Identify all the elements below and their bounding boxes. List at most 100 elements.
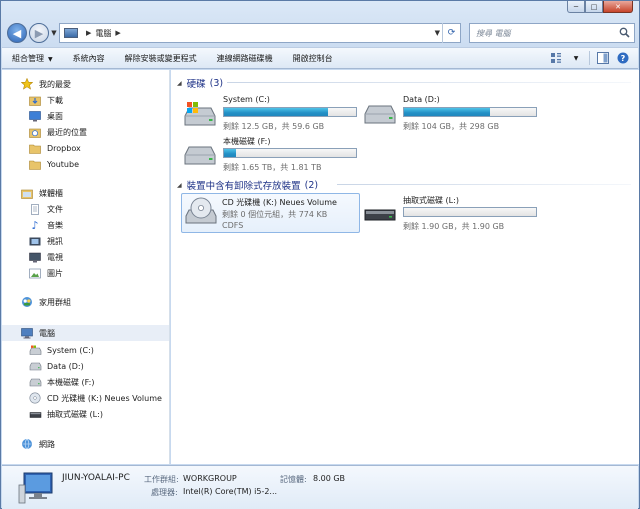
drive-item-f[interactable]: 本機磁碟 (F:) 剩餘 1.65 TB，共 1.81 TB [183,136,359,178]
system-properties-button[interactable]: 系統內容 [73,53,105,64]
removable-drive-icon [364,209,396,221]
sidebar-network-label: 網路 [39,439,55,449]
sidebar-item-documents[interactable]: 文件 [28,201,63,217]
hard-drive-icon [184,146,216,165]
drive-usage-bar [403,207,537,217]
breadcrumb-chevron-icon[interactable]: ▶ [86,29,91,37]
command-bar: 組合管理 ▼ 系統內容 解除安裝或變更程式 連線網路磁碟機 開啟控制台 ▼ ? [2,47,638,69]
drive-item-c[interactable]: System (C:) 剩餘 12.5 GB，共 59.6 GB [183,95,359,137]
group-header-removable[interactable]: ◢ 裝置中含有卸除式存放裝置 (2) [177,178,318,193]
system-drive-icon [184,102,216,126]
hard-drive-icon [28,360,42,372]
organize-button[interactable]: 組合管理 ▼ [12,53,53,64]
sidebar-item-label: 抽取式磁碟 (L:) [47,409,103,419]
minimize-button[interactable]: ─ [567,1,585,13]
back-button[interactable]: ◀ [7,23,27,43]
search-placeholder: 搜尋 電腦 [476,28,511,38]
content-pane: ◢ 硬碟 (3) System (C:) 剩餘 12.5 GB，共 59.6 G… [171,70,639,464]
drive-free-space: 剩餘 0 個位元組，共 774 KB [222,210,328,219]
forward-button[interactable]: ▶ [29,23,49,43]
folder-icon [28,142,42,154]
collapse-triangle-icon[interactable]: ◢ [177,182,182,189]
tv-icon [28,251,42,263]
hard-drive-icon [28,376,42,388]
view-options-icon[interactable] [549,51,563,65]
sidebar-item-recent-places[interactable]: 最近的位置 [28,124,87,140]
drive-name: CD 光碟機 (K:) Neues Volume [222,198,337,207]
breadcrumb-chevron-icon[interactable]: ▶ [115,29,120,37]
drive-free-space: 剩餘 104 GB，共 298 GB [403,122,500,131]
breadcrumb-computer[interactable]: 電腦 [95,28,111,39]
workgroup-value: WORKGROUP [183,474,237,483]
downloads-folder-icon [28,94,42,106]
cd-drive-icon [28,392,42,404]
map-network-drive-button[interactable]: 連線網路磁碟機 [217,53,273,64]
sidebar-item-tv[interactable]: 電視 [28,249,63,265]
sidebar-network[interactable]: 網路 [20,436,55,452]
recent-pages-dropdown[interactable]: ▼ [49,29,59,37]
drive-name: 本機磁碟 (F:) [223,137,271,146]
drive-name: 抽取式磁碟 (L:) [403,196,459,205]
search-input[interactable]: 搜尋 電腦 [469,23,635,43]
star-icon [20,78,34,90]
navigation-row: ◀ ▶ ▼ ▶ 電腦 ▶ ▼ ⟳ 搜尋 電腦 [7,21,635,45]
group-header-hard-disks[interactable]: ◢ 硬碟 (3) [177,76,223,91]
refresh-icon[interactable]: ⟳ [442,23,460,43]
address-bar[interactable]: ▶ 電腦 ▶ ▼ ⟳ [59,23,461,43]
sidebar-item-drive-l[interactable]: 抽取式磁碟 (L:) [28,406,103,422]
drive-item-d[interactable]: Data (D:) 剩餘 104 GB，共 298 GB [363,95,539,137]
drive-free-space: 剩餘 1.90 GB，共 1.90 GB [403,222,505,231]
preview-pane-icon[interactable] [596,51,610,65]
address-dropdown-icon[interactable]: ▼ [435,29,440,37]
system-drive-icon [28,344,42,356]
sidebar-computer[interactable]: 電腦 [2,325,169,341]
uninstall-program-button[interactable]: 解除安裝或變更程式 [125,53,197,64]
processor-value: Intel(R) Core(TM) i5-2... [183,487,278,496]
sidebar-item-label: 本機磁碟 (F:) [47,377,95,387]
sidebar-item-label: CD 光碟機 (K:) Neues Volume [47,393,162,403]
sidebar-item-downloads[interactable]: 下載 [28,92,63,108]
sidebar-item-music[interactable]: ♪ 音樂 [28,217,63,233]
group-title: 硬碟 [186,79,206,90]
sidebar-item-youtube[interactable]: Youtube [28,156,79,172]
view-dropdown-icon[interactable]: ▼ [569,51,583,65]
sidebar-libraries[interactable]: 媒體櫃 [20,185,63,201]
sidebar-item-dropbox[interactable]: Dropbox [28,140,81,156]
close-button[interactable]: ✕ [603,1,633,13]
homegroup-icon [20,296,34,308]
sidebar-item-label: 圖片 [47,268,63,278]
video-icon [28,235,42,247]
sidebar-item-videos[interactable]: 視訊 [28,233,63,249]
open-control-panel-button[interactable]: 開啟控制台 [293,53,333,64]
sidebar-item-desktop[interactable]: 桌面 [28,108,63,124]
sidebar-item-label: Data (D:) [47,361,84,371]
sidebar-favorites-label: 我的最愛 [39,79,71,89]
sidebar-item-pictures[interactable]: 圖片 [28,265,63,281]
sidebar-item-label: 電視 [47,252,63,262]
hard-drive-icon [364,105,396,124]
chevron-down-icon: ▼ [48,55,53,63]
collapse-triangle-icon[interactable]: ◢ [177,80,182,87]
pictures-icon [28,267,42,279]
sidebar-item-drive-f[interactable]: 本機磁碟 (F:) [28,374,94,390]
sidebar-item-drive-c[interactable]: System (C:) [28,342,94,358]
drive-usage-bar [223,107,357,117]
drive-item-k[interactable]: CD 光碟機 (K:) Neues Volume 剩餘 0 個位元組，共 774… [181,193,360,233]
sidebar-favorites[interactable]: 我的最愛 [20,76,71,92]
group-divider [337,184,631,185]
maximize-button[interactable]: □ [585,1,603,13]
sidebar-item-label: System (C:) [47,345,94,355]
computer-name: JIUN-YOALAI-PC [62,473,130,483]
drive-usage-fill [404,108,490,116]
drive-item-l[interactable]: 抽取式磁碟 (L:) 剩餘 1.90 GB，共 1.90 GB [363,195,539,237]
navigation-pane: 我的最愛 下載 桌面 最近的位置 Dropbox Youtube 媒體櫃 文件 … [2,70,170,464]
sidebar-item-label: Dropbox [47,143,81,153]
sidebar-item-drive-k[interactable]: CD 光碟機 (K:) Neues Volume [28,390,162,406]
drive-name: System (C:) [223,95,270,104]
toolbar-divider [589,51,590,65]
sidebar-homegroup[interactable]: 家用群組 [20,294,71,310]
search-icon[interactable] [619,27,630,38]
sidebar-item-drive-d[interactable]: Data (D:) [28,358,84,374]
help-icon[interactable]: ? [616,51,630,65]
memory-label: 記憶體: [280,475,307,484]
